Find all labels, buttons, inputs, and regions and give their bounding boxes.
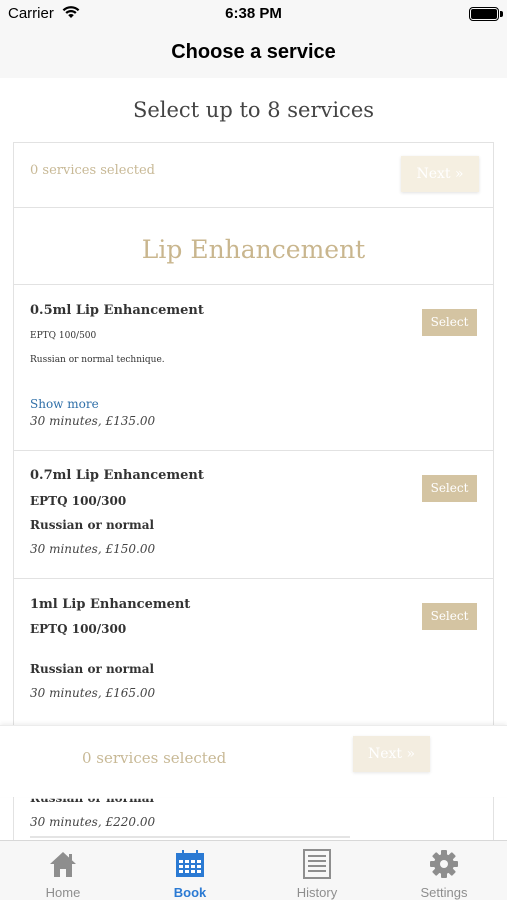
show-more-link[interactable]: Show more <box>30 397 99 411</box>
tab-label: Home <box>45 885 81 900</box>
service-duration-price: 30 minutes, £220.00 <box>30 815 156 829</box>
selected-count: 0 services selected <box>30 163 155 178</box>
select-button[interactable]: Select <box>422 475 477 502</box>
tab-bar: Home Book History Settings <box>0 840 507 900</box>
tab-label: Book <box>173 885 207 900</box>
battery-icon <box>469 7 499 21</box>
service-duration-price: 30 minutes, £150.00 <box>30 542 156 556</box>
tab-book[interactable]: Book <box>127 841 253 900</box>
clipped-text-line <box>30 836 350 838</box>
tab-history[interactable]: History <box>254 841 380 900</box>
status-bar: Carrier 6:38 PM <box>0 0 507 28</box>
service-description: Russian or normal <box>30 662 155 676</box>
tab-label: Settings <box>420 885 468 900</box>
service-description: EPTQ 100/500 <box>30 331 97 341</box>
tab-label: History <box>296 885 338 900</box>
service-description: EPTQ 100/300 <box>30 622 127 636</box>
category-header: Lip Enhancement <box>13 207 494 285</box>
service-description: Russian or normal <box>30 518 155 532</box>
service-duration-price: 30 minutes, £165.00 <box>30 686 156 700</box>
tab-settings[interactable]: Settings <box>381 841 507 900</box>
category-title: Lip Enhancement <box>141 235 366 264</box>
next-button[interactable]: Next » <box>353 736 430 772</box>
clock: 6:38 PM <box>225 5 282 22</box>
selection-summary: 0 services selected Next » <box>13 142 494 208</box>
service-card: 0.7ml Lip Enhancement EPTQ 100/300 Russi… <box>13 450 494 579</box>
floating-selection-bar: 0 services selected Next » <box>0 725 507 797</box>
page-title: Choose a service <box>171 41 336 63</box>
service-name: 1ml Lip Enhancement <box>30 597 191 612</box>
service-card: 0.5ml Lip Enhancement EPTQ 100/500 Russi… <box>13 284 494 451</box>
service-description: EPTQ 100/300 <box>30 494 127 508</box>
selected-count: 0 services selected <box>82 749 227 767</box>
select-button[interactable]: Select <box>422 603 477 630</box>
battery-cap <box>500 11 503 17</box>
service-description: Russian or normal technique. <box>30 355 165 365</box>
service-name: 0.7ml Lip Enhancement <box>30 468 204 483</box>
service-duration-price: 30 minutes, £135.00 <box>30 414 156 428</box>
selection-heading: Select up to 8 services <box>132 98 375 122</box>
select-button[interactable]: Select <box>422 309 477 336</box>
next-button[interactable]: Next » <box>401 156 479 192</box>
tab-home[interactable]: Home <box>0 841 126 900</box>
service-name: 0.5ml Lip Enhancement <box>30 303 204 318</box>
navigation-bar: Choose a service <box>0 28 507 78</box>
service-card: 1ml Lip Enhancement EPTQ 100/300 Russian… <box>13 578 494 728</box>
